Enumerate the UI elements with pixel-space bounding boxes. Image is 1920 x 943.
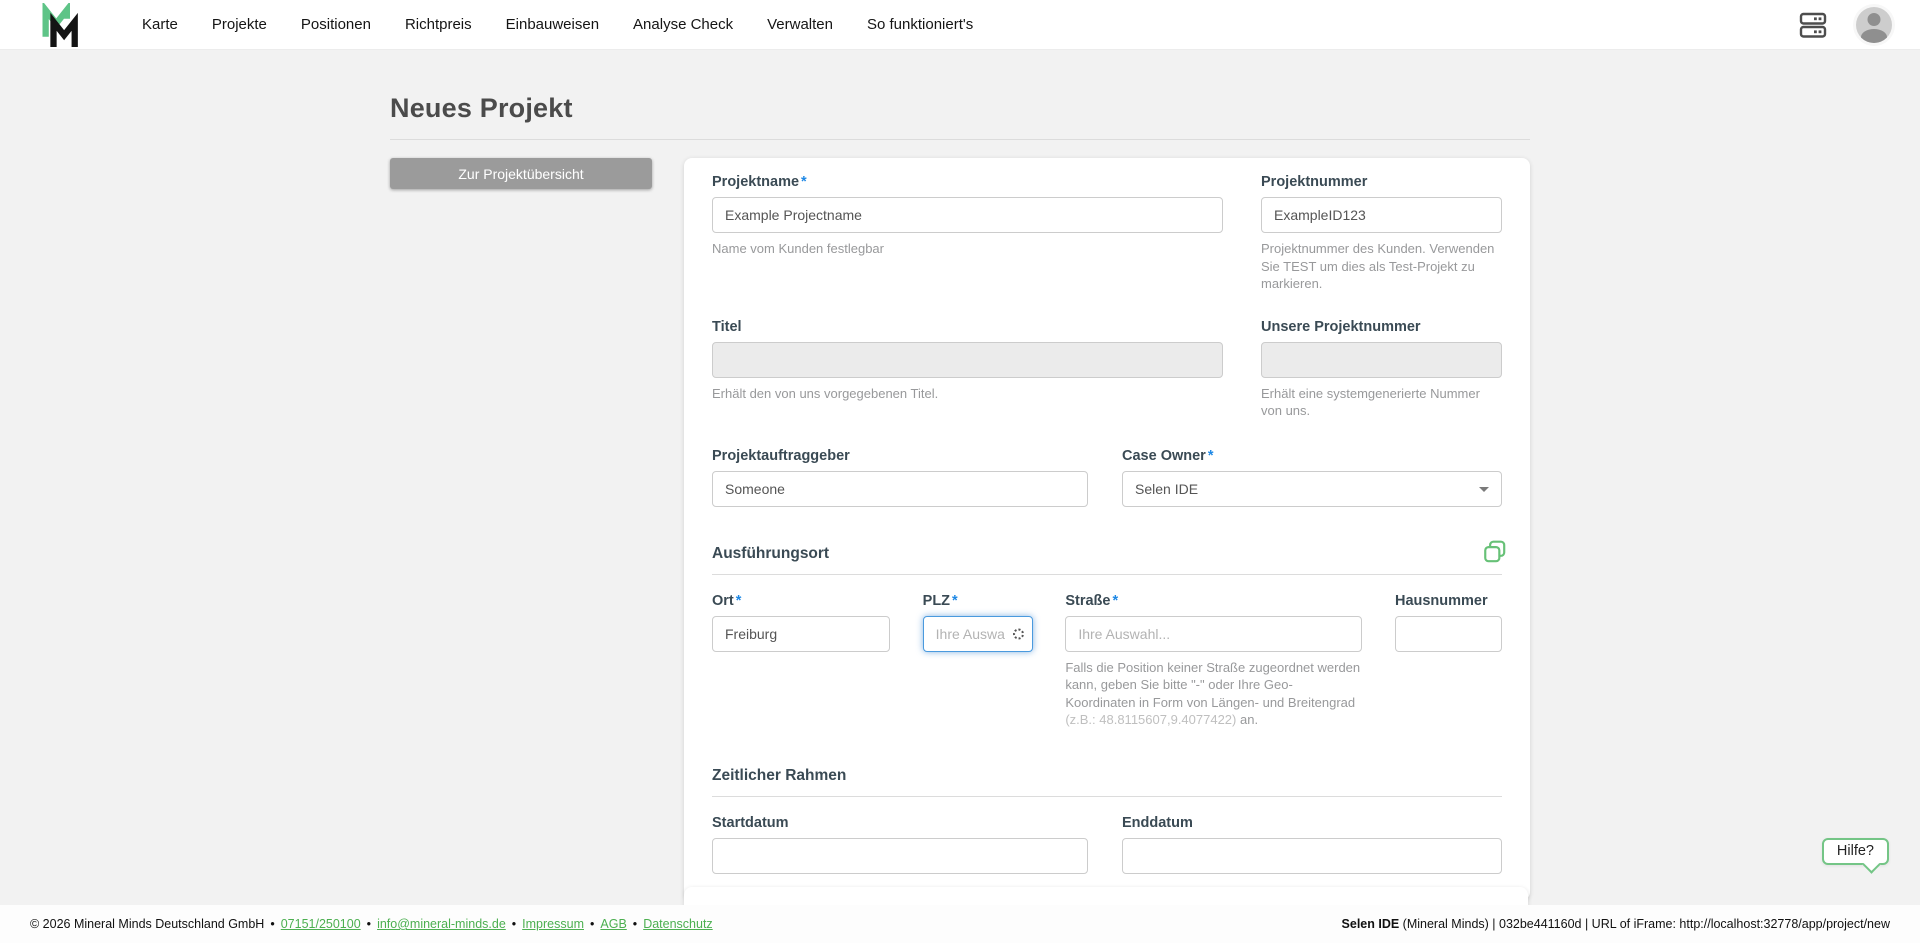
copy-location-icon[interactable]: [1482, 539, 1508, 570]
field-titel: Titel Erhält den von uns vorgegebenen Ti…: [712, 319, 1223, 420]
title-divider: [390, 139, 1530, 140]
nav-item-karte[interactable]: Karte: [142, 16, 178, 33]
nav-item-richtpreis[interactable]: Richtpreis: [405, 16, 472, 33]
projektnummer-help: Projektnummer des Kunden. Verwenden Sie …: [1261, 240, 1502, 293]
field-strasse: Straße*: [1065, 593, 1362, 652]
ort-label: Ort*: [712, 593, 890, 609]
field-projektauftraggeber: Projektauftraggeber: [712, 448, 1088, 507]
nav-item-positionen[interactable]: Positionen: [301, 16, 371, 33]
field-projektnummer: Projektnummer Projektnummer des Kunden. …: [1261, 174, 1502, 293]
required-marker: *: [952, 593, 958, 609]
projektauftraggeber-label: Projektauftraggeber: [712, 448, 1088, 464]
nav-item-analyse-check[interactable]: Analyse Check: [633, 16, 733, 33]
unsere-projektnummer-label: Unsere Projektnummer: [1261, 319, 1502, 335]
zur-projektuebersicht-button[interactable]: Zur Projektübersicht: [390, 158, 652, 189]
strasse-label: Straße*: [1065, 593, 1362, 609]
unsere-projektnummer-help: Erhält eine systemgenerierte Nummer von …: [1261, 385, 1502, 420]
ort-input[interactable]: [712, 616, 890, 652]
field-enddatum: Enddatum: [1122, 815, 1502, 874]
footer-link-email[interactable]: info@mineral-minds.de: [377, 917, 506, 931]
projektname-label: Projektname*: [712, 174, 1223, 190]
session-info: Selen IDE (Mineral Minds) | 032be441160d…: [1342, 917, 1890, 931]
nav-item-so-funktionierts[interactable]: So funktioniert's: [867, 16, 973, 33]
required-marker: *: [1112, 593, 1118, 609]
mineral-minds-logo-icon[interactable]: [38, 3, 80, 47]
page-title: Neues Projekt: [390, 93, 1530, 124]
nav-item-verwalten[interactable]: Verwalten: [767, 16, 833, 33]
hausnummer-label: Hausnummer: [1395, 593, 1502, 609]
projektnummer-input[interactable]: [1261, 197, 1502, 233]
loading-spinner-icon: [1013, 628, 1024, 639]
nav-item-einbauweisen[interactable]: Einbauweisen: [506, 16, 599, 33]
chevron-down-icon: [1479, 487, 1489, 492]
field-plz: PLZ*: [923, 593, 1033, 652]
copyright-text: © 2026 Mineral Minds Deutschland GmbH: [30, 917, 264, 931]
field-startdatum: Startdatum: [712, 815, 1088, 874]
enddatum-input[interactable]: [1122, 838, 1502, 874]
plz-label: PLZ*: [923, 593, 1033, 609]
nav-item-projekte[interactable]: Projekte: [212, 16, 267, 33]
titel-help: Erhält den von uns vorgegebenen Titel.: [712, 385, 1223, 403]
footer-link-impressum[interactable]: Impressum: [522, 917, 584, 931]
server-status-icon[interactable]: [1798, 10, 1828, 40]
field-unsere-projektnummer: Unsere Projektnummer Erhält eine systemg…: [1261, 319, 1502, 420]
footer-link-datenschutz[interactable]: Datenschutz: [643, 917, 712, 931]
case-owner-label: Case Owner*: [1122, 448, 1502, 464]
startdatum-input[interactable]: [712, 838, 1088, 874]
section-zeitlicher-rahmen: Zeitlicher Rahmen: [712, 767, 1502, 797]
required-marker: *: [736, 593, 742, 609]
projektauftraggeber-input[interactable]: [712, 471, 1088, 507]
footer: © 2026 Mineral Minds Deutschland GmbH • …: [0, 905, 1920, 943]
required-marker: *: [801, 174, 807, 190]
field-ort: Ort*: [712, 593, 890, 652]
user-avatar[interactable]: [1856, 7, 1892, 43]
field-case-owner: Case Owner* Selen IDE: [1122, 448, 1502, 507]
hilfe-button[interactable]: Hilfe?: [1822, 838, 1889, 865]
avatar-body-icon: [1861, 29, 1887, 43]
logo-m-icon: [38, 3, 80, 47]
strasse-input[interactable]: [1065, 616, 1362, 652]
titel-label: Titel: [712, 319, 1223, 335]
nav-menu: Karte Projekte Positionen Richtpreis Ein…: [142, 16, 973, 33]
strasse-help: Falls die Position keiner Straße zugeord…: [1065, 659, 1362, 729]
hausnummer-input[interactable]: [1395, 616, 1502, 652]
case-owner-selected-value: Selen IDE: [1135, 481, 1198, 497]
main-content: Neues Projekt Zur Projektübersicht Proje…: [390, 50, 1530, 900]
titel-input: [712, 342, 1223, 378]
footer-link-agb[interactable]: AGB: [600, 917, 626, 931]
project-form-card: Projektname* Name vom Kunden festlegbar …: [684, 158, 1530, 900]
projektname-input[interactable]: [712, 197, 1223, 233]
top-navbar: Karte Projekte Positionen Richtpreis Ein…: [0, 0, 1920, 50]
enddatum-label: Enddatum: [1122, 815, 1502, 831]
startdatum-label: Startdatum: [712, 815, 1088, 831]
unsere-projektnummer-input: [1261, 342, 1502, 378]
avatar-head-icon: [1868, 13, 1881, 26]
projektname-help: Name vom Kunden festlegbar: [712, 240, 1223, 258]
field-hausnummer: Hausnummer: [1395, 593, 1502, 652]
section-ausfuehrungsort: Ausführungsort: [712, 545, 1502, 575]
projektnummer-label: Projektnummer: [1261, 174, 1502, 190]
case-owner-select[interactable]: Selen IDE: [1122, 471, 1502, 507]
footer-link-phone[interactable]: 07151/250100: [281, 917, 361, 931]
field-projektname: Projektname* Name vom Kunden festlegbar: [712, 174, 1223, 293]
required-marker: *: [1208, 448, 1214, 464]
